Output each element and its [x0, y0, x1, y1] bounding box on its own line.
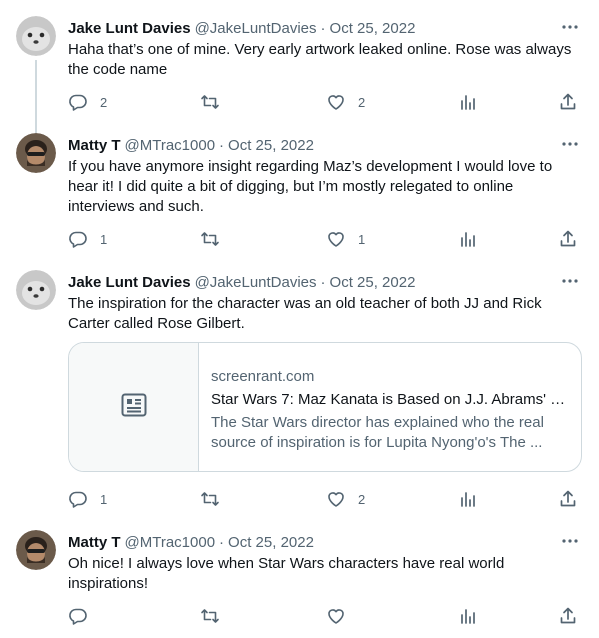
tweet-1[interactable]: Jake Lunt Davies @JakeLuntDavies · Oct 2… [0, 0, 599, 130]
retweet-button[interactable] [200, 229, 232, 249]
display-name[interactable]: Matty T [68, 137, 121, 154]
more-dots-icon[interactable] [561, 534, 579, 548]
like-button[interactable] [326, 606, 358, 626]
tweet-2[interactable]: Matty T @MTrac1000 · Oct 25, 2022 If you… [0, 117, 599, 262]
user-handle[interactable]: @JakeLuntDavies [195, 274, 317, 291]
retweet-icon [200, 606, 220, 626]
reply-bubble-icon [68, 489, 88, 509]
views-button[interactable] [458, 606, 478, 626]
separator-dot: · [219, 136, 225, 154]
retweet-button[interactable] [200, 92, 232, 112]
retweet-button[interactable] [200, 606, 232, 626]
more-dots-icon[interactable] [561, 20, 579, 34]
tweet-text: Haha that’s one of mine. Very early artw… [68, 41, 572, 78]
retweet-icon [200, 229, 220, 249]
share-upload-icon [558, 92, 578, 112]
reply-button[interactable]: 2 [68, 92, 107, 112]
reply-count: 1 [100, 231, 108, 247]
more-dots-icon[interactable] [561, 274, 579, 288]
tweet-date[interactable]: Oct 25, 2022 [330, 274, 416, 291]
tweet-header: Matty T @MTrac1000 · Oct 25, 2022 [68, 532, 314, 552]
retweet-button[interactable] [200, 489, 232, 509]
retweet-icon [200, 92, 220, 112]
tweet-4[interactable]: Matty T @MTrac1000 · Oct 25, 2022 Oh nic… [0, 514, 599, 638]
tweet-text: Oh nice! I always love when Star Wars ch… [68, 555, 505, 592]
separator-dot: · [219, 533, 225, 551]
share-button[interactable] [558, 489, 578, 509]
like-count: 2 [358, 94, 366, 110]
like-button[interactable]: 2 [326, 489, 365, 509]
reply-bubble-icon [68, 92, 88, 112]
card-meta: screenrant.com Star Wars 7: Maz Kanata i… [211, 367, 573, 453]
card-description: The Star Wars director has explained who… [211, 414, 544, 451]
reply-count: 2 [100, 94, 108, 110]
tweet-header: Matty T @MTrac1000 · Oct 25, 2022 [68, 135, 314, 155]
views-button[interactable] [458, 489, 478, 509]
views-bars-icon [458, 606, 478, 626]
display-name[interactable]: Jake Lunt Davies [68, 274, 191, 291]
views-bars-icon [458, 229, 478, 249]
link-card[interactable]: screenrant.com Star Wars 7: Maz Kanata i… [68, 342, 582, 472]
user-handle[interactable]: @JakeLuntDavies [195, 20, 317, 37]
tweet-actions [68, 606, 580, 626]
share-button[interactable] [558, 92, 578, 112]
tweet-date[interactable]: Oct 25, 2022 [330, 20, 416, 37]
avatar-seal[interactable] [16, 16, 56, 56]
tweet-date[interactable]: Oct 25, 2022 [228, 534, 314, 551]
like-button[interactable]: 1 [326, 229, 365, 249]
like-count: 2 [358, 491, 366, 507]
user-handle[interactable]: @MTrac1000 [125, 534, 216, 551]
tweet-actions: 1 2 [68, 489, 580, 509]
article-icon [121, 393, 147, 422]
reply-bubble-icon [68, 606, 88, 626]
tweet-text: If you have anymore insight regarding Ma… [68, 158, 553, 215]
tweet-text: The inspiration for the character was an… [68, 295, 542, 332]
card-title: Star Wars 7: Maz Kanata is Based on J.J.… [211, 391, 573, 408]
reply-button[interactable] [68, 606, 100, 626]
display-name[interactable]: Matty T [68, 534, 121, 551]
reply-button[interactable]: 1 [68, 229, 107, 249]
avatar-matty[interactable] [16, 133, 56, 173]
retweet-icon [200, 489, 220, 509]
reply-count: 1 [100, 491, 108, 507]
share-upload-icon [558, 489, 578, 509]
avatar-matty[interactable] [16, 530, 56, 570]
like-count: 1 [358, 231, 366, 247]
share-upload-icon [558, 606, 578, 626]
tweet-actions: 2 2 [68, 92, 580, 112]
thread-line [35, 117, 37, 133]
tweet-header: Jake Lunt Davies @JakeLuntDavies · Oct 2… [68, 272, 415, 292]
heart-icon [326, 489, 346, 509]
views-button[interactable] [458, 229, 478, 249]
reply-button[interactable]: 1 [68, 489, 107, 509]
share-button[interactable] [558, 229, 578, 249]
share-upload-icon [558, 229, 578, 249]
views-bars-icon [458, 489, 478, 509]
views-bars-icon [458, 92, 478, 112]
views-button[interactable] [458, 92, 478, 112]
tweet-header: Jake Lunt Davies @JakeLuntDavies · Oct 2… [68, 18, 415, 38]
heart-icon [326, 229, 346, 249]
separator-dot: · [320, 273, 326, 291]
display-name[interactable]: Jake Lunt Davies [68, 20, 191, 37]
like-button[interactable]: 2 [326, 92, 365, 112]
more-dots-icon[interactable] [561, 137, 579, 151]
card-thumbnail [69, 343, 199, 471]
card-domain: screenrant.com [211, 368, 315, 385]
user-handle[interactable]: @MTrac1000 [125, 137, 216, 154]
tweet-actions: 1 1 [68, 229, 580, 249]
avatar-seal[interactable] [16, 270, 56, 310]
tweet-date[interactable]: Oct 25, 2022 [228, 137, 314, 154]
separator-dot: · [320, 19, 326, 37]
share-button[interactable] [558, 606, 578, 626]
heart-icon [326, 92, 346, 112]
heart-icon [326, 606, 346, 626]
reply-bubble-icon [68, 229, 88, 249]
tweet-3[interactable]: Jake Lunt Davies @JakeLuntDavies · Oct 2… [0, 254, 599, 520]
